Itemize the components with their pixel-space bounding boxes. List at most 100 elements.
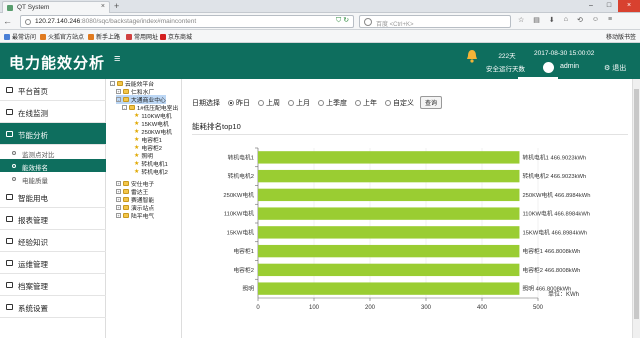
star-icon: ★ bbox=[134, 169, 140, 175]
tab-close-icon[interactable]: × bbox=[101, 3, 105, 10]
data-label: 110KW电机 466.8984kWh bbox=[522, 210, 590, 218]
firefox-icon bbox=[40, 33, 46, 40]
bookmark-icon bbox=[126, 33, 132, 40]
radio-last-month[interactable]: 上月 bbox=[288, 98, 310, 108]
tree-node[interactable]: + 陆平电气 bbox=[116, 211, 154, 220]
bar bbox=[258, 207, 520, 220]
panel-title: 能耗排名top10 bbox=[192, 117, 628, 135]
data-label: 电容柜2 466.8008kWh bbox=[522, 266, 580, 274]
avatar[interactable] bbox=[543, 62, 554, 73]
folder-icon bbox=[117, 81, 123, 86]
search-input[interactable]: 百度 <Ctrl+K> bbox=[359, 15, 511, 28]
collapse-icon[interactable]: - bbox=[116, 97, 121, 102]
search-engine-icon[interactable] bbox=[364, 18, 372, 26]
bell-icon[interactable] bbox=[466, 49, 478, 63]
tree-leaf[interactable]: ★ 转机电机2 bbox=[134, 167, 168, 176]
reading-list-icon[interactable]: ▤ bbox=[533, 16, 540, 24]
bullet-icon bbox=[12, 151, 16, 155]
safe-days: 222天 bbox=[498, 53, 516, 60]
radio-icon bbox=[258, 99, 264, 106]
user-name[interactable]: admin bbox=[560, 63, 579, 70]
url-path: :8080/sqc/backstage/index#maincontent bbox=[80, 18, 197, 25]
x-tick-label: 300 bbox=[421, 305, 432, 311]
radio-custom[interactable]: 自定义 bbox=[385, 98, 414, 108]
bookmark-most-visited[interactable]: 最常访问 bbox=[4, 32, 36, 41]
logout-button[interactable]: ⚙ 退出 bbox=[604, 63, 626, 73]
mobile-bookmarks[interactable]: 移动版书签 bbox=[606, 32, 636, 41]
radio-yesterday[interactable]: 昨日 bbox=[228, 98, 250, 108]
category-label: 15KW电机 bbox=[227, 228, 255, 236]
maximize-icon[interactable]: □ bbox=[600, 0, 618, 12]
sidebar-item-settings[interactable]: 系统设置 bbox=[0, 296, 106, 318]
subitem-efficiency-ranking[interactable]: 能效排名 bbox=[0, 159, 106, 172]
jd-icon bbox=[160, 33, 166, 40]
collapse-icon[interactable]: - bbox=[110, 81, 115, 86]
more-menu-icon[interactable]: ≡ bbox=[608, 16, 612, 24]
bookmark-firefox-site[interactable]: 火狐官方站点 bbox=[40, 32, 84, 41]
bookmark-icon bbox=[4, 33, 10, 40]
tab-title: QT System bbox=[17, 4, 50, 11]
face-icon[interactable]: ☺ bbox=[592, 16, 599, 24]
sidebar-item-monitor[interactable]: 在线监测 bbox=[0, 101, 106, 123]
subitem-power-quality[interactable]: 电能质量 bbox=[0, 172, 106, 185]
data-label: 15KW电机 466.8984kWh bbox=[522, 228, 587, 236]
expand-icon[interactable]: + bbox=[116, 205, 121, 210]
vertical-scrollbar[interactable] bbox=[632, 79, 640, 338]
close-window-icon[interactable]: × bbox=[618, 0, 640, 12]
subitem-point-compare[interactable]: 监测点对比 bbox=[0, 146, 106, 159]
star-icon: ★ bbox=[134, 153, 140, 159]
bookmark-getting-started[interactable]: 新手上路 bbox=[88, 32, 120, 41]
home-icon bbox=[6, 87, 13, 93]
star-bookmark-icon[interactable]: ☆ bbox=[518, 16, 524, 24]
expand-icon[interactable]: + bbox=[116, 197, 121, 202]
expand-icon[interactable]: + bbox=[116, 181, 121, 186]
collapse-icon[interactable]: - bbox=[122, 105, 127, 110]
toolbar-icons: ☆ ▤ ⬇ ⌂ ⟲ ☺ ≡ bbox=[518, 16, 612, 24]
report-icon bbox=[6, 216, 13, 222]
sidebar-item-energy-analysis[interactable]: 节能分析 bbox=[0, 123, 106, 145]
star-icon: ★ bbox=[134, 121, 140, 127]
folder-icon bbox=[123, 197, 129, 202]
x-tick-label: 200 bbox=[365, 305, 376, 311]
site-info-icon[interactable] bbox=[25, 19, 31, 25]
scrollbar-thumb[interactable] bbox=[634, 89, 639, 319]
sidebar-item-ops[interactable]: 运维管理 bbox=[0, 252, 106, 274]
data-label: 电容柜1 466.8008kWh bbox=[522, 247, 580, 255]
category-label: 转机电机2 bbox=[228, 172, 254, 180]
download-icon[interactable]: ⬇ bbox=[549, 16, 555, 24]
radio-last-week[interactable]: 上周 bbox=[258, 98, 280, 108]
tab-favicon-icon bbox=[7, 5, 13, 11]
sidebar-item-smart-power[interactable]: 智能用电 bbox=[0, 186, 106, 208]
category-label: 电容柜1 bbox=[233, 247, 254, 255]
new-tab-button[interactable]: + bbox=[114, 1, 119, 11]
sidebar-item-knowledge[interactable]: 经验知识 bbox=[0, 230, 106, 252]
sidebar-item-home[interactable]: 平台首页 bbox=[0, 79, 106, 101]
bookmark-common-sites[interactable]: 常用网址 bbox=[126, 32, 158, 41]
radio-last-year[interactable]: 上年 bbox=[355, 98, 377, 108]
bullet-icon bbox=[12, 164, 16, 168]
radio-icon bbox=[288, 99, 294, 106]
minimize-icon[interactable]: – bbox=[582, 0, 600, 12]
address-bar[interactable]: 120.27.140.246:8080/sqc/backstage/index#… bbox=[20, 15, 354, 28]
expand-icon[interactable]: + bbox=[116, 89, 121, 94]
sidebar-item-reports[interactable]: 报表管理 bbox=[0, 208, 106, 230]
radio-checked-icon bbox=[228, 99, 234, 106]
bar bbox=[258, 188, 520, 202]
category-label: 110KW电机 bbox=[224, 210, 254, 218]
expand-icon[interactable]: + bbox=[116, 189, 121, 194]
bullet-icon bbox=[12, 177, 16, 181]
browser-tab-bar: QT System × + – □ × bbox=[0, 0, 640, 13]
history-icon[interactable]: ⟲ bbox=[577, 16, 583, 24]
radio-icon bbox=[385, 99, 391, 106]
plug-icon bbox=[6, 194, 13, 200]
radio-last-quarter[interactable]: 上季度 bbox=[318, 98, 347, 108]
home-button-icon[interactable]: ⌂ bbox=[564, 16, 568, 24]
query-button[interactable]: 查询 bbox=[420, 96, 443, 109]
browser-tab[interactable]: QT System × bbox=[2, 1, 110, 13]
bookmark-jd[interactable]: 京东商城 bbox=[160, 32, 192, 41]
expand-icon[interactable]: + bbox=[116, 213, 121, 218]
reader-shield-icon[interactable]: ⛉ ↻ bbox=[336, 16, 349, 25]
back-icon[interactable]: ← bbox=[3, 16, 12, 26]
sidebar-item-archives[interactable]: 档案管理 bbox=[0, 274, 106, 296]
hamburger-icon[interactable]: ≡ bbox=[114, 53, 120, 65]
